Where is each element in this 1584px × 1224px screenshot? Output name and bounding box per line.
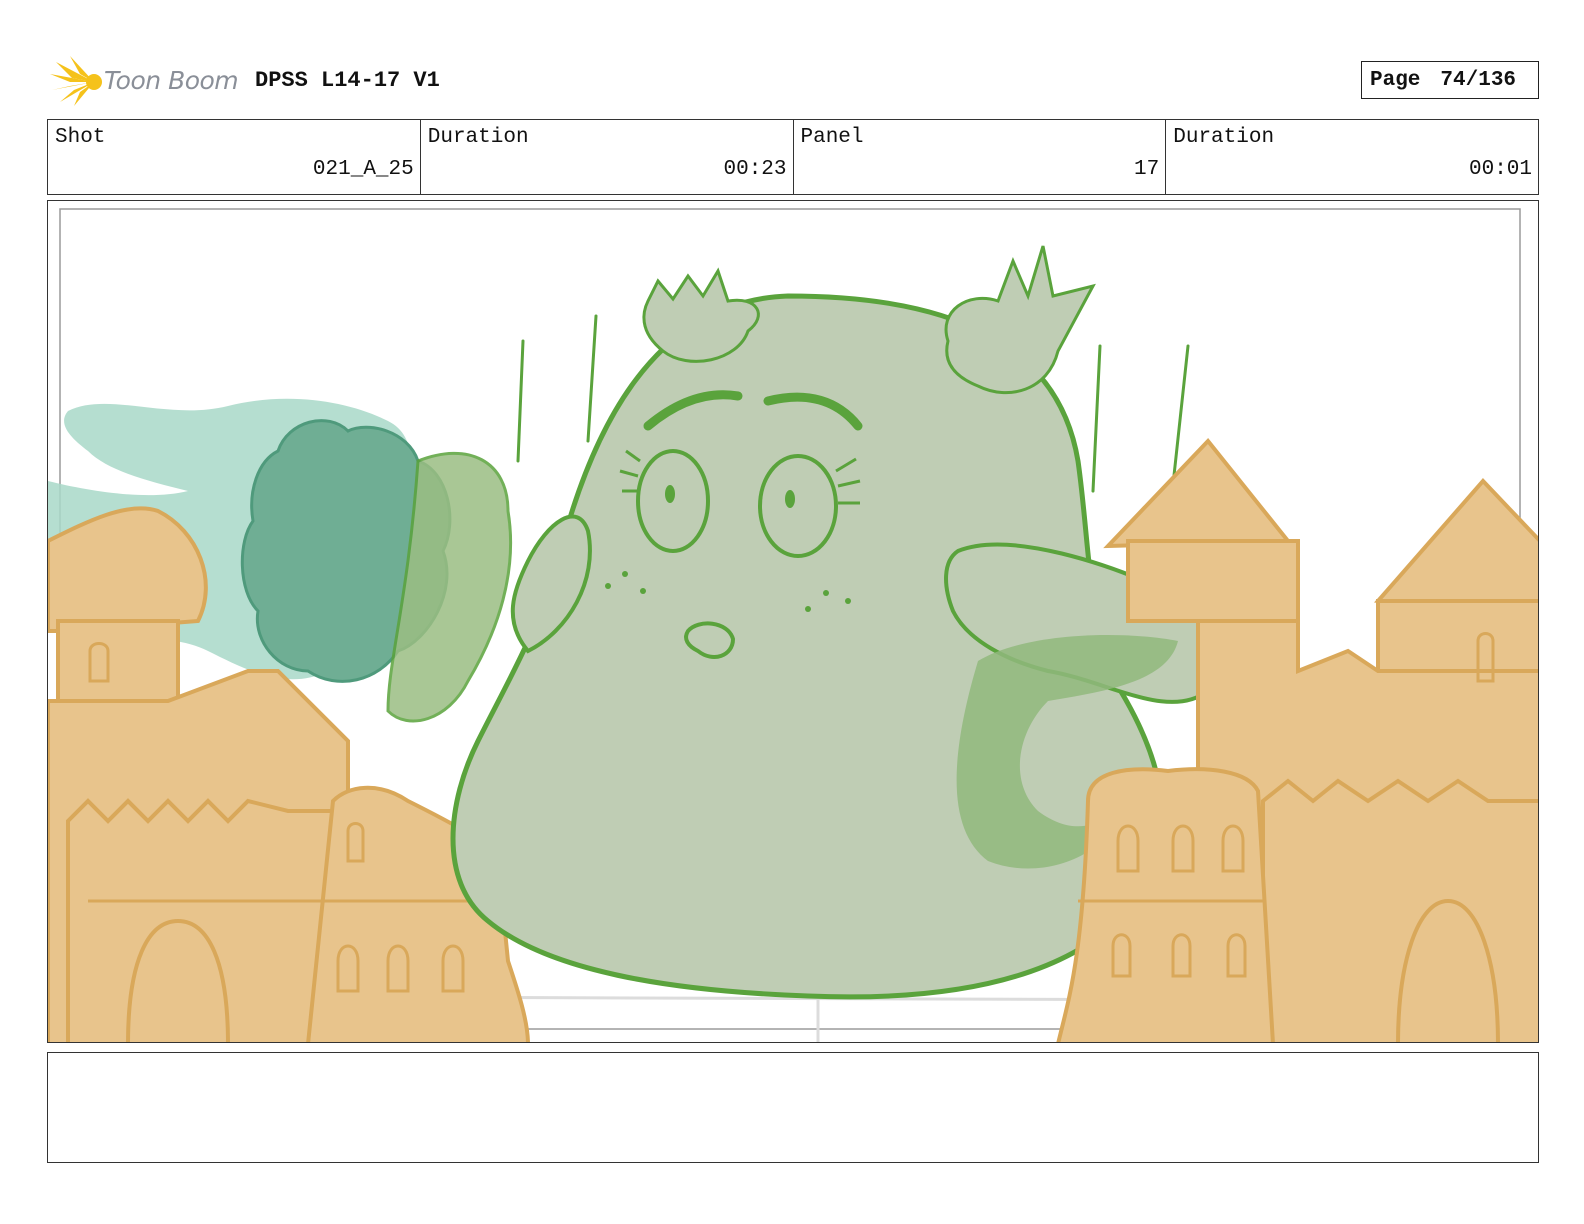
- starburst-icon: [50, 56, 102, 106]
- shot-duration-value: 00:23: [723, 158, 787, 181]
- brand-name: Toon Boom: [104, 66, 239, 95]
- panel-label: Panel: [800, 126, 864, 149]
- shot-cell: Shot 021_A_25: [48, 120, 421, 194]
- panel-duration-label: Duration: [1173, 126, 1275, 149]
- storyboard-panel: [47, 200, 1539, 1043]
- shot-value: 021_A_25: [312, 158, 414, 181]
- panel-value: 17: [1134, 158, 1160, 181]
- page-label: Page: [1370, 68, 1421, 92]
- storyboard-drawing: [48, 208, 1538, 1042]
- document-title: DPSS L14-17 V1: [255, 68, 440, 93]
- shot-duration-label: Duration: [427, 126, 529, 149]
- shot-duration-cell: Duration 00:23: [421, 120, 794, 194]
- panel-duration-value: 00:01: [1468, 158, 1532, 181]
- toon-boom-logo: Toon Boom: [50, 54, 240, 108]
- page-number: 74/136: [1440, 68, 1517, 92]
- page-indicator: Page 74/136: [1361, 61, 1539, 99]
- shot-info-table: Shot 021_A_25 Duration 00:23 Panel 17 Du…: [47, 119, 1539, 195]
- shot-label: Shot: [55, 126, 106, 149]
- panel-cell: Panel 17: [794, 120, 1167, 194]
- panel-duration-cell: Duration 00:01: [1166, 120, 1538, 194]
- panel-notes-box: [47, 1052, 1539, 1163]
